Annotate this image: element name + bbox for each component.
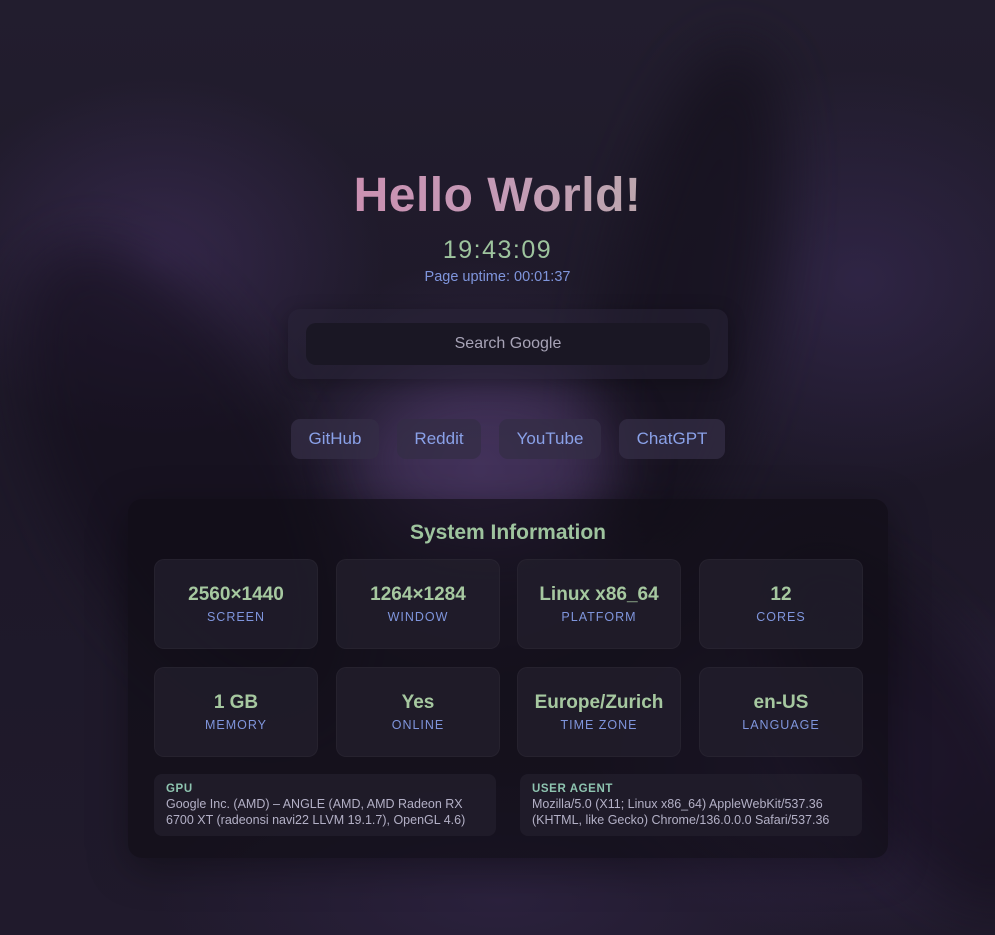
gpu-info: GPU Google Inc. (AMD) – ANGLE (AMD, AMD … [154, 774, 496, 836]
user-agent-text-line: Mozilla/5.0 (X11; Linux x86_64) AppleWeb… [532, 797, 823, 811]
card-value: Linux x86_64 [539, 584, 659, 605]
uptime-label: Page uptime: [424, 269, 510, 285]
card-label: CORES [756, 610, 806, 624]
gpu-text-line: 6700 XT (radeonsi navi22 LLVM 19.1.7), O… [166, 813, 466, 827]
card-value: Yes [401, 692, 435, 713]
uptime-value: 00:01:37 [514, 269, 571, 285]
user-agent-text-line: (KHTML, like Gecko) Chrome/136.0.0.0 Saf… [532, 813, 830, 827]
system-info-panel: System Information 2560×1440 SCREEN 1264… [128, 499, 888, 858]
page-uptime: Page uptime: 00:01:37 [0, 269, 995, 285]
link-github[interactable]: GitHub [291, 419, 379, 459]
user-agent-heading: USER AGENT [532, 783, 613, 795]
card-value: 1 GB [213, 692, 259, 713]
gpu-heading: GPU [166, 783, 193, 795]
info-card-language: en-US LANGUAGE [699, 667, 863, 757]
card-label: TIME ZONE [560, 718, 638, 732]
quick-links: GitHub Reddit YouTube ChatGPT [0, 419, 995, 459]
gpu-text-line: Google Inc. (AMD) – ANGLE (AMD, AMD Rade… [166, 797, 463, 811]
card-value: 12 [770, 584, 792, 605]
card-label: SCREEN [206, 610, 266, 624]
link-youtube[interactable]: YouTube [499, 419, 601, 459]
card-label: PLATFORM [561, 610, 637, 624]
search-box [288, 309, 728, 379]
search-input[interactable] [306, 323, 710, 365]
user-agent-info: USER AGENT Mozilla/5.0 (X11; Linux x86_6… [520, 774, 862, 836]
info-card-cores: 12 CORES [699, 559, 863, 649]
info-card-timezone: Europe/Zurich TIME ZONE [517, 667, 681, 757]
info-card-memory: 1 GB MEMORY [154, 667, 318, 757]
link-reddit[interactable]: Reddit [397, 419, 481, 459]
system-info-title: System Information [409, 521, 607, 544]
card-value: en-US [753, 692, 809, 713]
card-label: ONLINE [391, 718, 445, 732]
card-label: LANGUAGE [742, 718, 820, 732]
info-card-window: 1264×1284 WINDOW [336, 559, 500, 649]
info-card-platform: Linux x86_64 PLATFORM [517, 559, 681, 649]
link-chatgpt[interactable]: ChatGPT [619, 419, 725, 459]
card-label: WINDOW [387, 610, 449, 624]
card-label: MEMORY [204, 718, 268, 732]
info-card-screen: 2560×1440 SCREEN [154, 559, 318, 649]
card-value: 1264×1284 [370, 584, 466, 605]
page-title: Hello World! [0, 168, 995, 223]
card-value: Europe/Zurich [534, 692, 664, 713]
card-value: 2560×1440 [188, 584, 284, 605]
clock: 19:43:09 [442, 236, 553, 264]
info-card-online: Yes ONLINE [336, 667, 500, 757]
